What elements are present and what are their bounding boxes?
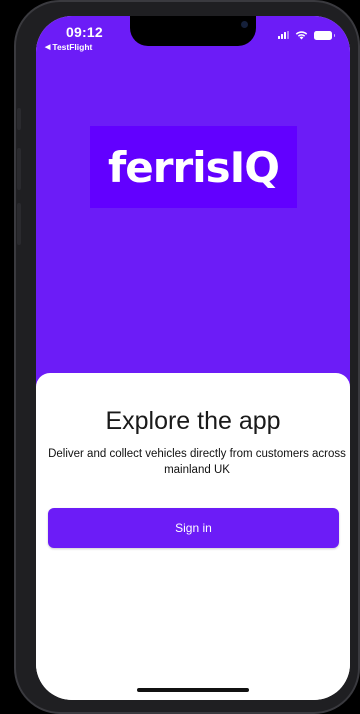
camera-icon — [241, 21, 248, 28]
status-time: 09:12 — [66, 24, 103, 40]
side-button-volume-up — [17, 148, 21, 190]
side-button-volume-down — [17, 203, 21, 245]
sheet-title: Explore the app — [105, 407, 281, 435]
bottom-sheet: Explore the app Deliver and collect vehi… — [36, 373, 350, 700]
notch — [130, 16, 256, 46]
brand-logo: ferrisIQ — [90, 126, 297, 208]
cellular-signal-icon — [278, 31, 289, 39]
back-triangle-icon: ◀ — [45, 44, 51, 51]
side-button-mute — [17, 108, 21, 130]
home-indicator[interactable] — [137, 688, 249, 692]
phone-screen: 09:12 ◀ TestFlight ferrisIQ Explore the … — [36, 16, 350, 700]
battery-icon — [314, 30, 335, 40]
status-icons — [278, 30, 335, 40]
brand-logo-text: ferrisIQ — [108, 142, 280, 192]
back-to-app-link[interactable]: ◀ TestFlight — [45, 42, 92, 52]
back-app-label: TestFlight — [52, 42, 93, 52]
sheet-description: Deliver and collect vehicles directly fr… — [48, 448, 346, 476]
sign-in-button[interactable]: Sign in — [48, 508, 339, 548]
wifi-icon — [295, 31, 308, 40]
